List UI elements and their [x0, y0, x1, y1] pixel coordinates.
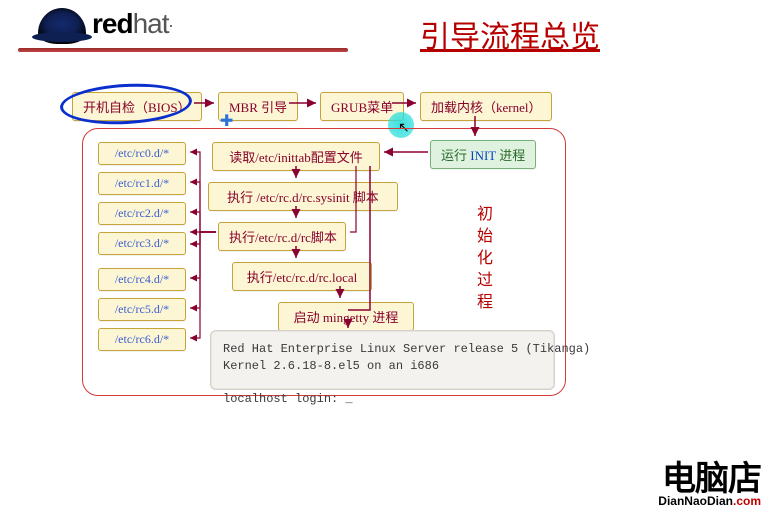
node-inittab: 读取/etc/inittab配置文件 — [212, 142, 380, 171]
watermark-cn: 电脑店 — [658, 451, 761, 500]
header-underline — [18, 48, 348, 52]
side-rc4: /etc/rc4.d/* — [98, 268, 186, 291]
node-rc-local: 执行/etc/rc.d/rc.local — [232, 262, 372, 291]
node-kernel: 加载内核（kernel） — [420, 92, 552, 121]
side-rc6: /etc/rc6.d/* — [98, 328, 186, 351]
side-rc3: /etc/rc3.d/* — [98, 232, 186, 255]
fedora-hat-icon — [38, 8, 86, 44]
watermark-en: DianNaoDian.com — [658, 494, 761, 508]
node-rc-sysinit: 执行 /etc/rc.d/rc.sysinit 脚本 — [208, 182, 398, 211]
logo-text-hat: hat — [133, 8, 169, 40]
watermark: 电脑店 DianNaoDian.com — [658, 451, 761, 508]
node-mingetty: 启动 mingetty 进程 — [278, 302, 414, 331]
terminal-output: Red Hat Enterprise Linux Server release … — [210, 330, 555, 390]
redhat-logo: red hat . — [38, 8, 174, 44]
side-rc5: /etc/rc5.d/* — [98, 298, 186, 321]
logo-text-period: . — [169, 11, 174, 32]
node-rc: 执行/etc/rc.d/rc脚本 — [218, 222, 346, 251]
side-rc1: /etc/rc1.d/* — [98, 172, 186, 195]
page-title: 引导流程总览 — [420, 12, 600, 56]
side-rc2: /etc/rc2.d/* — [98, 202, 186, 225]
logo-text-red: red — [92, 8, 133, 40]
side-label: 初始化过程 — [470, 205, 494, 315]
side-rc0: /etc/rc0.d/* — [98, 142, 186, 165]
